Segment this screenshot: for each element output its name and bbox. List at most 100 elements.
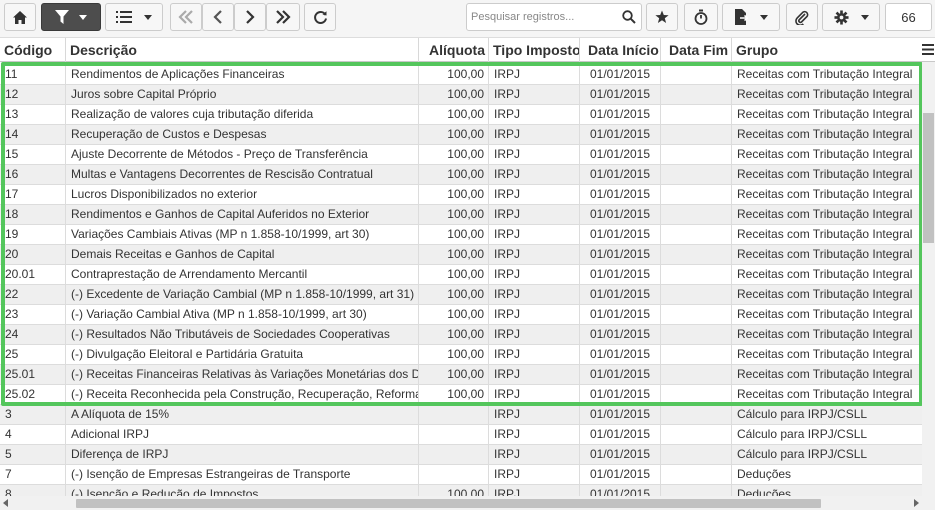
- cell-aliquota: [419, 425, 489, 445]
- table-row[interactable]: 5 Diferença de IRPJ IRPJ 01/01/2015 Cálculo …: [0, 445, 922, 465]
- table-row[interactable]: 25.02 (-) Receita Reconhecida pela Constr…: [0, 385, 922, 405]
- cell-data-fim: [661, 365, 732, 385]
- previous-page-button[interactable]: [202, 3, 234, 31]
- column-header-aliquota[interactable]: Alíquota: [419, 38, 489, 62]
- table-row[interactable]: 20.01 Contraprestação de Arrendamento Mer…: [0, 265, 922, 285]
- cell-descricao: Realização de valores cuja tributação di…: [66, 105, 419, 125]
- column-header-data-inicio[interactable]: Data Início: [580, 38, 661, 62]
- attachment-button[interactable]: [786, 3, 818, 31]
- cell-codigo: 14: [0, 125, 66, 145]
- vertical-scroll-thumb[interactable]: [923, 113, 934, 243]
- cell-tipo-imposto: IRPJ: [489, 305, 580, 325]
- search-input[interactable]: [467, 4, 617, 30]
- cell-grupo: Receitas com Tributação Integral: [737, 267, 913, 281]
- cell-codigo: 19: [0, 225, 66, 245]
- search-icon[interactable]: [622, 10, 636, 27]
- home-button[interactable]: [4, 3, 36, 31]
- timer-button[interactable]: [684, 3, 718, 31]
- cell-grupo: Receitas com Tributação Integral: [737, 247, 913, 261]
- column-header-codigo[interactable]: Código: [0, 38, 66, 62]
- cell-data-fim: [661, 165, 732, 185]
- cell-aliquota: [419, 445, 489, 465]
- table-row[interactable]: 25.01 (-) Receitas Financeiras Relativas …: [0, 365, 922, 385]
- favorites-button[interactable]: [646, 3, 678, 31]
- export-button[interactable]: [722, 3, 780, 31]
- scroll-left-arrow[interactable]: [3, 499, 8, 507]
- table-row[interactable]: 4 Adicional IRPJ IRPJ 01/01/2015 Cálculo par…: [0, 425, 922, 445]
- table-row[interactable]: 18 Rendimentos e Ganhos de Capital Auferi…: [0, 205, 922, 225]
- cell-grupo: Receitas com Tributação Integral: [737, 387, 913, 401]
- table-row[interactable]: 24 (-) Resultados Não Tributáveis de Soci…: [0, 325, 922, 345]
- refresh-button[interactable]: [304, 3, 336, 31]
- column-header-data-fim[interactable]: Data Fim: [661, 38, 732, 62]
- cell-codigo: 3: [0, 405, 66, 425]
- table-row[interactable]: 13 Realização de valores cuja tributação …: [0, 105, 922, 125]
- table-row[interactable]: 3A Alíquota de 15% IRPJ 01/01/2015 Cálculo …: [0, 405, 922, 425]
- page-size-field[interactable]: 66: [885, 3, 932, 31]
- chevron-down-icon: [760, 14, 768, 20]
- cell-descricao: (-) Resultados Não Tributáveis de Socied…: [66, 325, 419, 345]
- cell-descricao: Variações Cambiais Ativas (MP n 1.858-10…: [66, 225, 419, 245]
- list-icon: [116, 11, 132, 23]
- column-header-descricao[interactable]: Descrição: [66, 38, 419, 62]
- table-row[interactable]: 25 (-) Divulgação Eleitoral e Partidária …: [0, 345, 922, 365]
- cell-grupo: Cálculo para IRPJ/CSLL: [737, 407, 868, 421]
- cell-descricao: Multas e Vantagens Decorrentes de Rescis…: [66, 165, 419, 185]
- next-page-button[interactable]: [234, 3, 266, 31]
- cell-data-inicio: 01/01/2015: [580, 265, 661, 285]
- cell-data-inicio: 01/01/2015: [580, 125, 661, 145]
- table-row[interactable]: 15 Ajuste Decorrente de Métodos - Preço d…: [0, 145, 922, 165]
- cell-data-inicio: 01/01/2015: [580, 445, 661, 465]
- list-view-button[interactable]: [105, 3, 163, 31]
- toolbar: 66: [0, 0, 935, 38]
- horizontal-scrollbar[interactable]: [0, 496, 935, 510]
- table-row[interactable]: 19 Variações Cambiais Ativas (MP n 1.858-…: [0, 225, 922, 245]
- column-header-tipo-imposto[interactable]: Tipo Imposto: [489, 38, 580, 62]
- scroll-right-arrow[interactable]: [914, 499, 919, 507]
- cell-data-fim: [661, 245, 732, 265]
- filter-icon: [55, 10, 69, 24]
- chevron-down-icon: [79, 14, 87, 20]
- cell-descricao: (-) Divulgação Eleitoral e Partidária Gr…: [66, 345, 419, 365]
- table-row[interactable]: 7 (-) Isenção de Empresas Estrangeiras de…: [0, 465, 922, 485]
- cell-aliquota: 100,00: [419, 265, 489, 285]
- column-menu-icon[interactable]: [922, 44, 934, 58]
- cell-tipo-imposto: IRPJ: [489, 285, 580, 305]
- table-row[interactable]: 11 Rendimentos de Aplicações Financeiras 1…: [0, 65, 922, 85]
- table-row[interactable]: 14 Recuperação de Custos e Despesas 100,00…: [0, 125, 922, 145]
- cell-grupo: Receitas com Tributação Integral: [737, 187, 913, 201]
- table-row[interactable]: 23 (-) Variação Cambial Ativa (MP n 1.858…: [0, 305, 922, 325]
- cell-data-inicio: 01/01/2015: [580, 165, 661, 185]
- cell-grupo: Receitas com Tributação Integral: [737, 307, 913, 321]
- table-row[interactable]: 17 Lucros Disponibilizados no exterior 100…: [0, 185, 922, 205]
- cell-tipo-imposto: IRPJ: [489, 385, 580, 405]
- double-chevron-right-icon: [276, 10, 291, 24]
- last-page-button[interactable]: [266, 3, 300, 31]
- cell-data-fim: [661, 445, 732, 465]
- table-row[interactable]: 12 Juros sobre Capital Próprio 100,00 IRPJ 0…: [0, 85, 922, 105]
- cell-tipo-imposto: IRPJ: [489, 405, 580, 425]
- cell-data-fim: [661, 285, 732, 305]
- cell-data-fim: [661, 305, 732, 325]
- cell-grupo: Receitas com Tributação Integral: [737, 207, 913, 221]
- gear-icon: [833, 9, 849, 25]
- cell-codigo: 11: [0, 65, 66, 85]
- cell-data-fim: [661, 425, 732, 445]
- cell-aliquota: 100,00: [419, 365, 489, 385]
- cell-descricao: Demais Receitas e Ganhos de Capital: [66, 245, 419, 265]
- horizontal-scroll-thumb[interactable]: [76, 499, 821, 508]
- table-row[interactable]: 22 (-) Excedente de Variação Cambial (MP …: [0, 285, 922, 305]
- cell-tipo-imposto: IRPJ: [489, 345, 580, 365]
- cell-tipo-imposto: IRPJ: [489, 325, 580, 345]
- cell-data-inicio: 01/01/2015: [580, 245, 661, 265]
- cell-data-inicio: 01/01/2015: [580, 285, 661, 305]
- table-row[interactable]: 16 Multas e Vantagens Decorrentes de Resc…: [0, 165, 922, 185]
- settings-button[interactable]: [822, 3, 880, 31]
- cell-grupo: Receitas com Tributação Integral: [737, 167, 913, 181]
- first-page-button[interactable]: [170, 3, 202, 31]
- cell-data-fim: [661, 145, 732, 165]
- table-row[interactable]: 20 Demais Receitas e Ganhos de Capital 100…: [0, 245, 922, 265]
- filter-button[interactable]: [41, 3, 101, 31]
- column-header-grupo[interactable]: Grupo: [732, 38, 922, 62]
- vertical-scrollbar[interactable]: [922, 62, 935, 496]
